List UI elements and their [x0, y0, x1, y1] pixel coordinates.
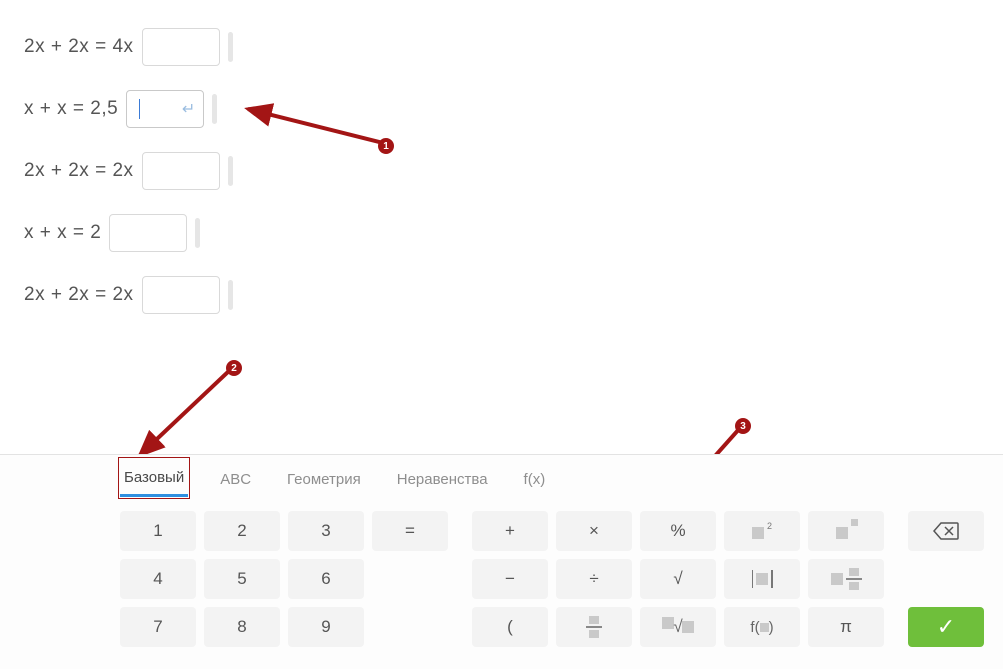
equation-text: 2x + 2x = 2x	[24, 160, 134, 182]
equation-text: 2x + 2x = 2x	[24, 284, 134, 306]
equation-text: 2x + 2x = 4x	[24, 36, 134, 58]
equation-row: x + x = 2	[24, 214, 1003, 252]
drag-handle[interactable]	[228, 32, 233, 62]
equation-text: x + x = 2,5	[24, 98, 118, 120]
key-minus[interactable]: −	[472, 559, 548, 599]
key-3[interactable]: 3	[288, 511, 364, 551]
key-mixed-fraction[interactable]	[808, 559, 884, 599]
keyboard-tabs: Базовый ABC Геометрия Неравенства f(x)	[0, 455, 1003, 501]
key-1[interactable]: 1	[120, 511, 196, 551]
answer-input[interactable]	[142, 28, 220, 66]
key-lparen[interactable]: (	[472, 607, 548, 647]
key-block-digits: 1 2 3 = 4 5 6 7 8 9	[120, 511, 448, 647]
equation-row: 2x + 2x = 2x	[24, 152, 1003, 190]
check-icon: ✓	[937, 614, 955, 640]
key-power2[interactable]: 2	[724, 511, 800, 551]
equation-row: 2x + 2x = 4x	[24, 28, 1003, 66]
key-sqrt[interactable]: √	[640, 559, 716, 599]
key-plus[interactable]: +	[472, 511, 548, 551]
tab-geometry[interactable]: Геометрия	[283, 461, 365, 496]
drag-handle[interactable]	[228, 280, 233, 310]
drag-handle[interactable]	[195, 218, 200, 248]
key-8[interactable]: 8	[204, 607, 280, 647]
key-percent[interactable]: %	[640, 511, 716, 551]
answer-input[interactable]	[142, 152, 220, 190]
key-block-actions: ✓	[908, 511, 984, 647]
key-backspace[interactable]	[908, 511, 984, 551]
tab-inequality[interactable]: Неравенства	[393, 461, 492, 496]
key-nth-root[interactable]: √	[640, 607, 716, 647]
answer-input[interactable]	[142, 276, 220, 314]
equation-list: 2x + 2x = 4x x + x = 2,5 ↵ 2x + 2x = 2x …	[0, 0, 1003, 314]
key-7[interactable]: 7	[120, 607, 196, 647]
key-divide[interactable]: ÷	[556, 559, 632, 599]
drag-handle[interactable]	[228, 156, 233, 186]
equation-text: x + x = 2	[24, 222, 101, 244]
equation-row: 2x + 2x = 2x	[24, 276, 1003, 314]
key-5[interactable]: 5	[204, 559, 280, 599]
equation-row: x + x = 2,5 ↵	[24, 90, 1003, 128]
tab-fx[interactable]: f(x)	[520, 461, 550, 496]
tab-basic[interactable]: Базовый	[120, 459, 188, 497]
key-pi[interactable]: π	[808, 607, 884, 647]
key-6[interactable]: 6	[288, 559, 364, 599]
key-block-ops: + × % 2 − ÷ √ (	[472, 511, 884, 647]
key-submit[interactable]: ✓	[908, 607, 984, 647]
tab-abc[interactable]: ABC	[216, 461, 255, 496]
key-fraction[interactable]	[556, 607, 632, 647]
text-cursor	[139, 99, 140, 119]
key-equals[interactable]: =	[372, 511, 448, 551]
keyboard-panel: Базовый ABC Геометрия Неравенства f(x) 1…	[0, 454, 1003, 669]
backspace-icon	[933, 522, 959, 540]
keyboard-grid: 1 2 3 = 4 5 6 7 8 9 + × % 2 − ÷ √	[0, 501, 1003, 669]
key-2[interactable]: 2	[204, 511, 280, 551]
drag-handle[interactable]	[212, 94, 217, 124]
answer-input[interactable]: ↵	[126, 90, 204, 128]
answer-input[interactable]	[109, 214, 187, 252]
annotation-badge: 2	[226, 360, 242, 376]
key-4[interactable]: 4	[120, 559, 196, 599]
annotation-badge: 3	[735, 418, 751, 434]
key-abs[interactable]	[724, 559, 800, 599]
key-power-n[interactable]	[808, 511, 884, 551]
key-fx[interactable]: f()	[724, 607, 800, 647]
enter-icon[interactable]: ↵	[182, 99, 195, 119]
key-9[interactable]: 9	[288, 607, 364, 647]
key-times[interactable]: ×	[556, 511, 632, 551]
